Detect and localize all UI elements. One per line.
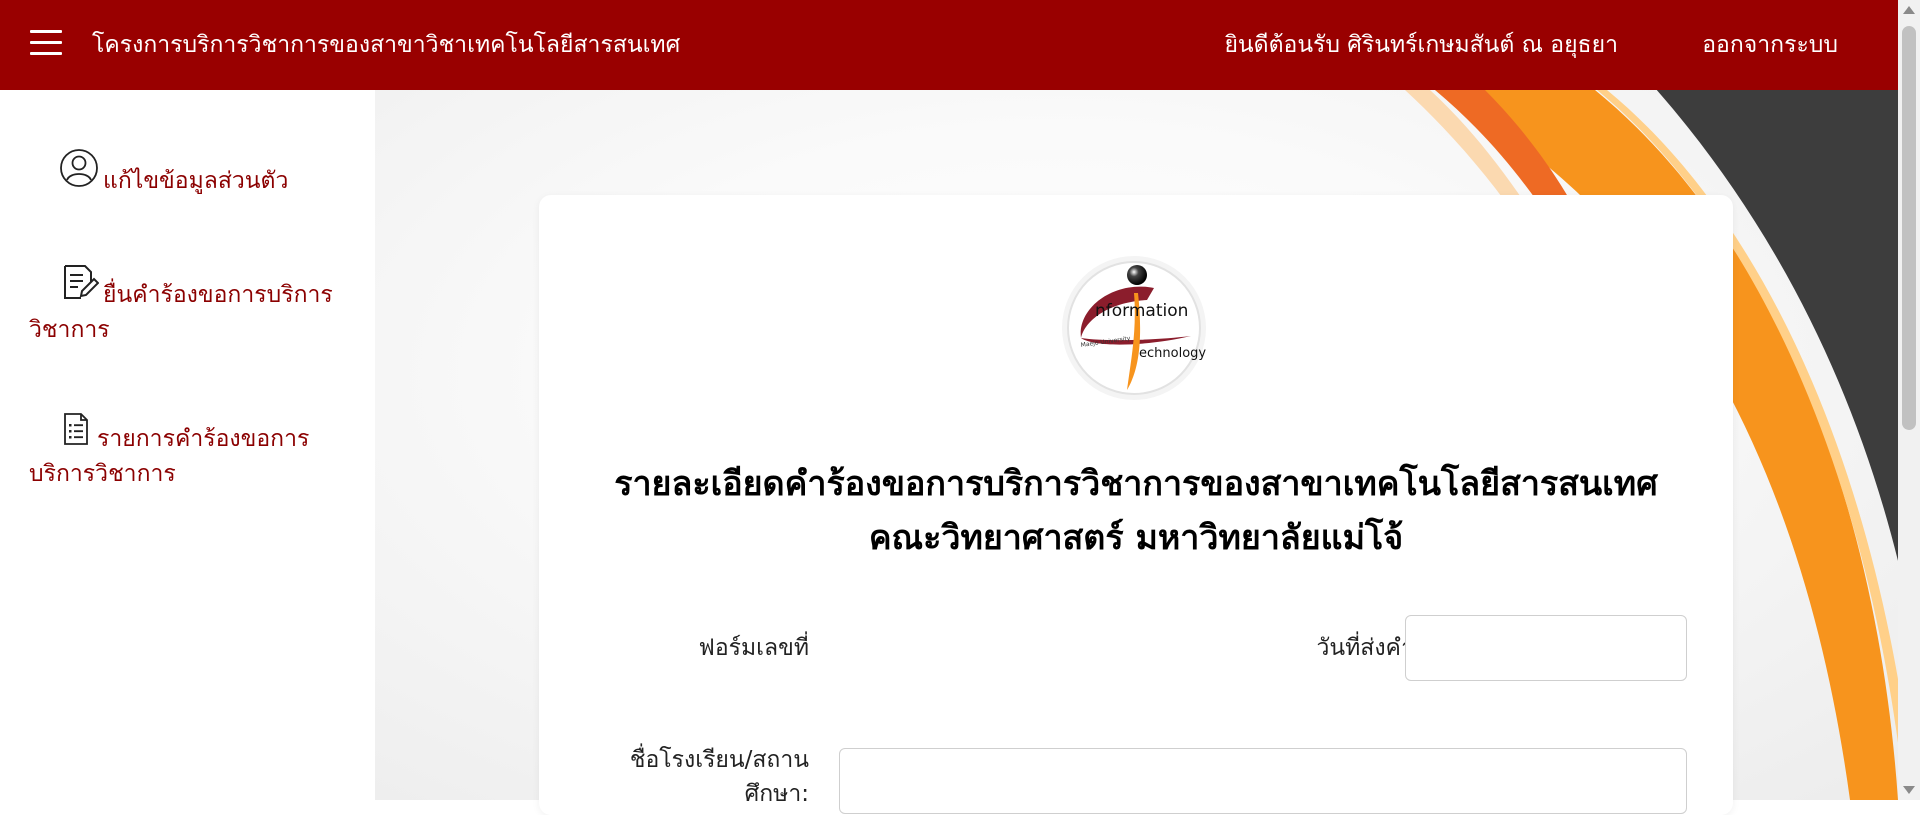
- form-number-label: ฟอร์มเลขที่: [698, 635, 809, 661]
- school-label-line2: ศึกษา:: [744, 781, 809, 807]
- sidebar-item-edit-profile[interactable]: แก้ไขข้อมูลส่วนตัว: [29, 148, 349, 199]
- scroll-up-arrow-icon[interactable]: [1903, 6, 1915, 14]
- sidebar-item-label: ยื่นคำร้องขอการบริการ: [103, 282, 333, 308]
- submit-date-input[interactable]: [1405, 615, 1687, 681]
- scroll-thumb[interactable]: [1902, 26, 1916, 430]
- sidebar-item-request-list[interactable]: รายการคำร้องขอการ บริการวิชาการ: [29, 412, 349, 492]
- sidebar: แก้ไขข้อมูลส่วนตัว ยื่นคำร้องขอการบริการ…: [0, 90, 375, 800]
- sidebar-item-label-line2: วิชาการ: [29, 317, 110, 343]
- title-line-1: รายละเอียดคำร้องขอการบริการวิชาการของสาข…: [614, 464, 1658, 504]
- scroll-down-arrow-icon[interactable]: [1903, 786, 1915, 794]
- logo-text-information: nformation: [1095, 301, 1188, 321]
- school-label-line1: ชื่อโรงเรียน/สถาน: [629, 747, 809, 773]
- logout-link[interactable]: ออกจากระบบ: [1702, 30, 1838, 60]
- welcome-user-text: ยินดีต้อนรับ ศิรินทร์เกษมสันต์ ณ อยุธยา: [1224, 32, 1618, 58]
- sidebar-item-submit-request[interactable]: ยื่นคำร้องขอการบริการ วิชาการ: [29, 262, 349, 348]
- sidebar-item-label-line2: บริการวิชาการ: [29, 461, 176, 487]
- request-detail-card: nformation echnology Maejo University รา…: [539, 195, 1733, 815]
- sidebar-item-label: รายการคำร้องขอการ: [97, 426, 310, 452]
- sidebar-item-label: แก้ไขข้อมูลส่วนตัว: [103, 168, 289, 194]
- top-header: โครงการบริการวิชาการของสาขาวิชาเทคโนโลยี…: [0, 0, 1898, 90]
- logo-text-technology: echnology: [1139, 346, 1206, 361]
- page-title: รายละเอียดคำร้องขอการบริการวิชาการของสาข…: [539, 457, 1733, 565]
- school-name-label: ชื่อโรงเรียน/สถาน ศึกษา:: [559, 743, 809, 811]
- page-scrollbar[interactable]: [1898, 0, 1920, 800]
- user-circle-icon: [59, 148, 99, 199]
- school-name-input[interactable]: [839, 748, 1687, 814]
- it-logo: nformation echnology Maejo University: [1059, 250, 1209, 400]
- edit-document-icon: [59, 262, 100, 313]
- site-title: โครงการบริการวิชาการของสาขาวิชาเทคโนโลยี…: [92, 32, 681, 58]
- hamburger-menu-icon[interactable]: [30, 30, 62, 60]
- list-document-icon: [59, 412, 93, 457]
- title-line-2: คณะวิทยาศาสตร์ มหาวิทยาลัยแม่โจ้: [868, 518, 1404, 558]
